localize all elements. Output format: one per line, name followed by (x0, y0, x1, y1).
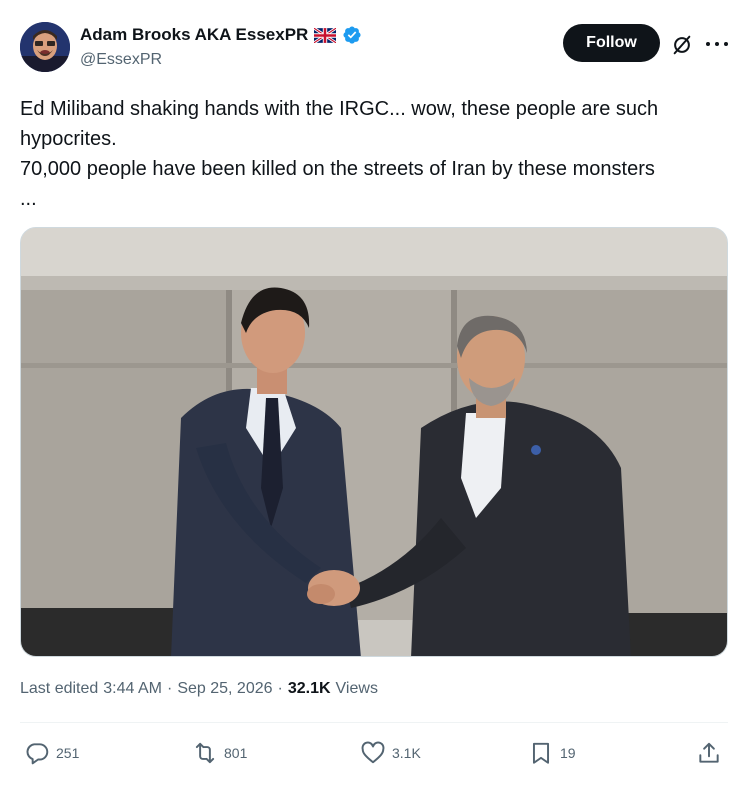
more-dot (715, 42, 719, 46)
views-label: Views (335, 680, 378, 697)
reply-button[interactable]: 251 (24, 736, 79, 770)
repost-icon (195, 742, 215, 764)
author-avatar[interactable] (20, 22, 70, 72)
tweet-date[interactable]: Sep 25, 2026 (177, 680, 272, 698)
reply-icon (26, 743, 49, 765)
avatar-image (20, 22, 70, 72)
tweet-header: Adam Brooks AKA EssexPR @EssexPR Follow (20, 22, 730, 76)
heart-icon (361, 741, 385, 764)
author-name-row: Adam Brooks AKA EssexPR (80, 25, 362, 45)
tweet-text-line: 70,000 people have been killed on the st… (20, 158, 655, 180)
bookmark-button[interactable]: 19 (528, 736, 576, 770)
share-icon (699, 742, 719, 763)
tweet-text-line: hypocrites. (20, 128, 117, 150)
meta-separator: · (277, 680, 283, 697)
tweet-text-line: ... (20, 188, 37, 210)
share-button[interactable] (696, 736, 722, 770)
bookmark-icon (532, 742, 550, 764)
uk-flag-icon (313, 26, 338, 44)
verified-badge-icon[interactable] (342, 25, 362, 45)
more-icon[interactable] (704, 33, 730, 55)
action-bar: 251 801 3.1K 19 (20, 736, 728, 770)
grok-icon[interactable] (671, 34, 693, 56)
author-handle[interactable]: @EssexPR (80, 51, 162, 69)
edited-label[interactable]: Last edited (20, 680, 98, 698)
more-dot (724, 42, 728, 46)
follow-button[interactable]: Follow (563, 24, 660, 62)
meta-separator: · (166, 680, 173, 697)
views-count: 32.1K (287, 680, 331, 697)
tweet-text-line: Ed Miliband shaking hands with the IRGC.… (20, 98, 659, 120)
more-dot (706, 42, 710, 46)
like-button[interactable]: 3.1K (360, 736, 421, 770)
repost-count: 801 (224, 745, 248, 761)
like-count: 3.1K (392, 745, 421, 761)
author-display-name[interactable]: Adam Brooks AKA EssexPR (80, 25, 308, 45)
bookmark-count: 19 (560, 745, 576, 761)
repost-button[interactable]: 801 (192, 736, 247, 770)
tweet-text: Ed Miliband shaking hands with the IRGC.… (20, 94, 732, 214)
tweet-media-photo[interactable] (20, 227, 728, 657)
reply-count: 251 (56, 745, 80, 761)
tweet-meta: Last edited 3:44 AM · Sep 25, 2026 · 32.… (20, 680, 378, 698)
divider (20, 722, 728, 723)
handshake-photo (21, 228, 727, 656)
tweet-time[interactable]: 3:44 AM (103, 680, 162, 698)
